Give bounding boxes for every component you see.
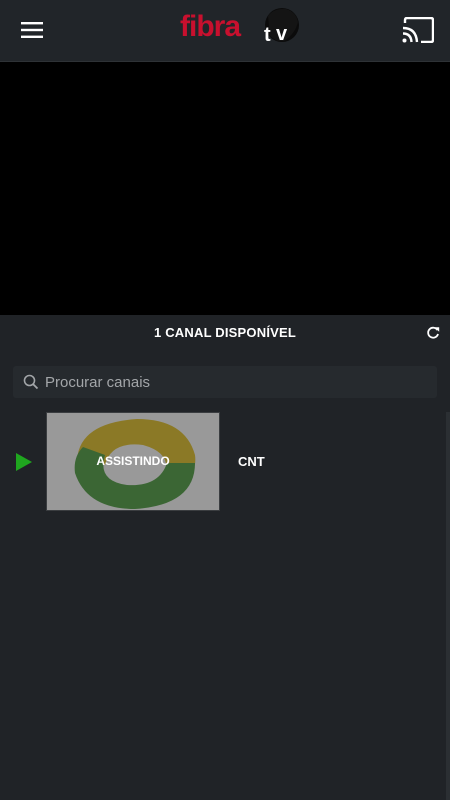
cast-button[interactable] <box>398 12 438 48</box>
svg-text:v: v <box>276 23 288 45</box>
search-input[interactable] <box>45 366 425 398</box>
menu-button[interactable] <box>12 12 52 48</box>
hamburger-menu-icon <box>21 22 43 38</box>
fibra-tv-logo: fibra t v <box>178 4 302 48</box>
cast-icon <box>402 17 434 43</box>
channel-thumbnail: ASSISTINDO <box>46 412 220 511</box>
channel-list-item[interactable]: ASSISTINDO CNT <box>0 412 446 512</box>
channel-search <box>13 366 437 398</box>
scrollbar[interactable] <box>446 412 450 800</box>
svg-text:fibra: fibra <box>180 10 241 43</box>
svg-text:t: t <box>264 24 271 46</box>
search-icon <box>23 374 39 390</box>
refresh-button[interactable] <box>424 324 442 342</box>
channel-name: CNT <box>238 454 265 469</box>
channel-count-label: 1 CANAL DISPONÍVEL <box>153 325 297 340</box>
refresh-icon <box>427 326 440 339</box>
channel-list-header: 1 CANAL DISPONÍVEL <box>0 315 450 351</box>
video-player[interactable] <box>0 62 450 315</box>
now-playing-icon <box>16 453 32 471</box>
top-app-bar: fibra t v <box>0 0 450 62</box>
watching-badge: ASSISTINDO <box>96 454 170 468</box>
